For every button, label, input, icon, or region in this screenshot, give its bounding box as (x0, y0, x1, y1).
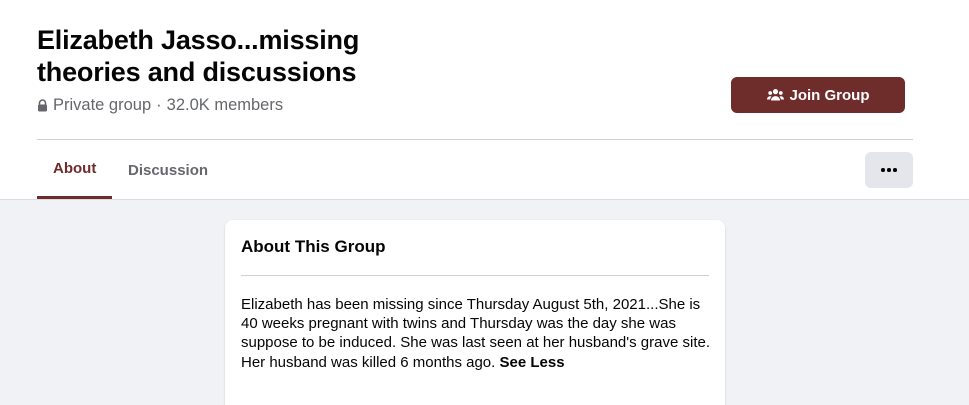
tab-about[interactable]: About (37, 141, 113, 199)
lock-icon (37, 98, 48, 112)
group-title: Elizabeth Jasso...missing theories and d… (37, 25, 360, 87)
description-text: Her husband was killed 6 months ago. (241, 353, 500, 371)
join-group-button[interactable]: Join Group (731, 77, 905, 113)
people-icon (766, 88, 784, 102)
description-last-line: Her husband was killed 6 months ago. See… (241, 353, 713, 372)
description-paragraph: Elizabeth has been missing since Thursda… (241, 296, 710, 352)
more-options-button[interactable] (865, 152, 913, 188)
tab-about-label: About (53, 160, 97, 177)
tab-discussion-label: Discussion (128, 161, 209, 179)
about-group-card: About This Group Elizabeth has been miss… (225, 220, 725, 405)
tab-discussion[interactable]: Discussion (112, 141, 224, 199)
about-card-title: About This Group (241, 237, 386, 256)
header-divider (37, 139, 913, 140)
see-less-link[interactable]: See Less (499, 354, 564, 371)
privacy-label: Private group (53, 96, 152, 114)
meta-separator: · (156, 96, 162, 114)
group-header: Elizabeth Jasso...missing theories and d… (0, 0, 969, 200)
group-meta: Private group · 32.0K members (37, 95, 283, 115)
member-count: 32.0K members (166, 96, 284, 114)
group-description: Elizabeth has been missing since Thursda… (241, 295, 713, 372)
card-divider (241, 275, 709, 276)
more-icon (881, 168, 897, 172)
join-group-label: Join Group (789, 86, 870, 104)
